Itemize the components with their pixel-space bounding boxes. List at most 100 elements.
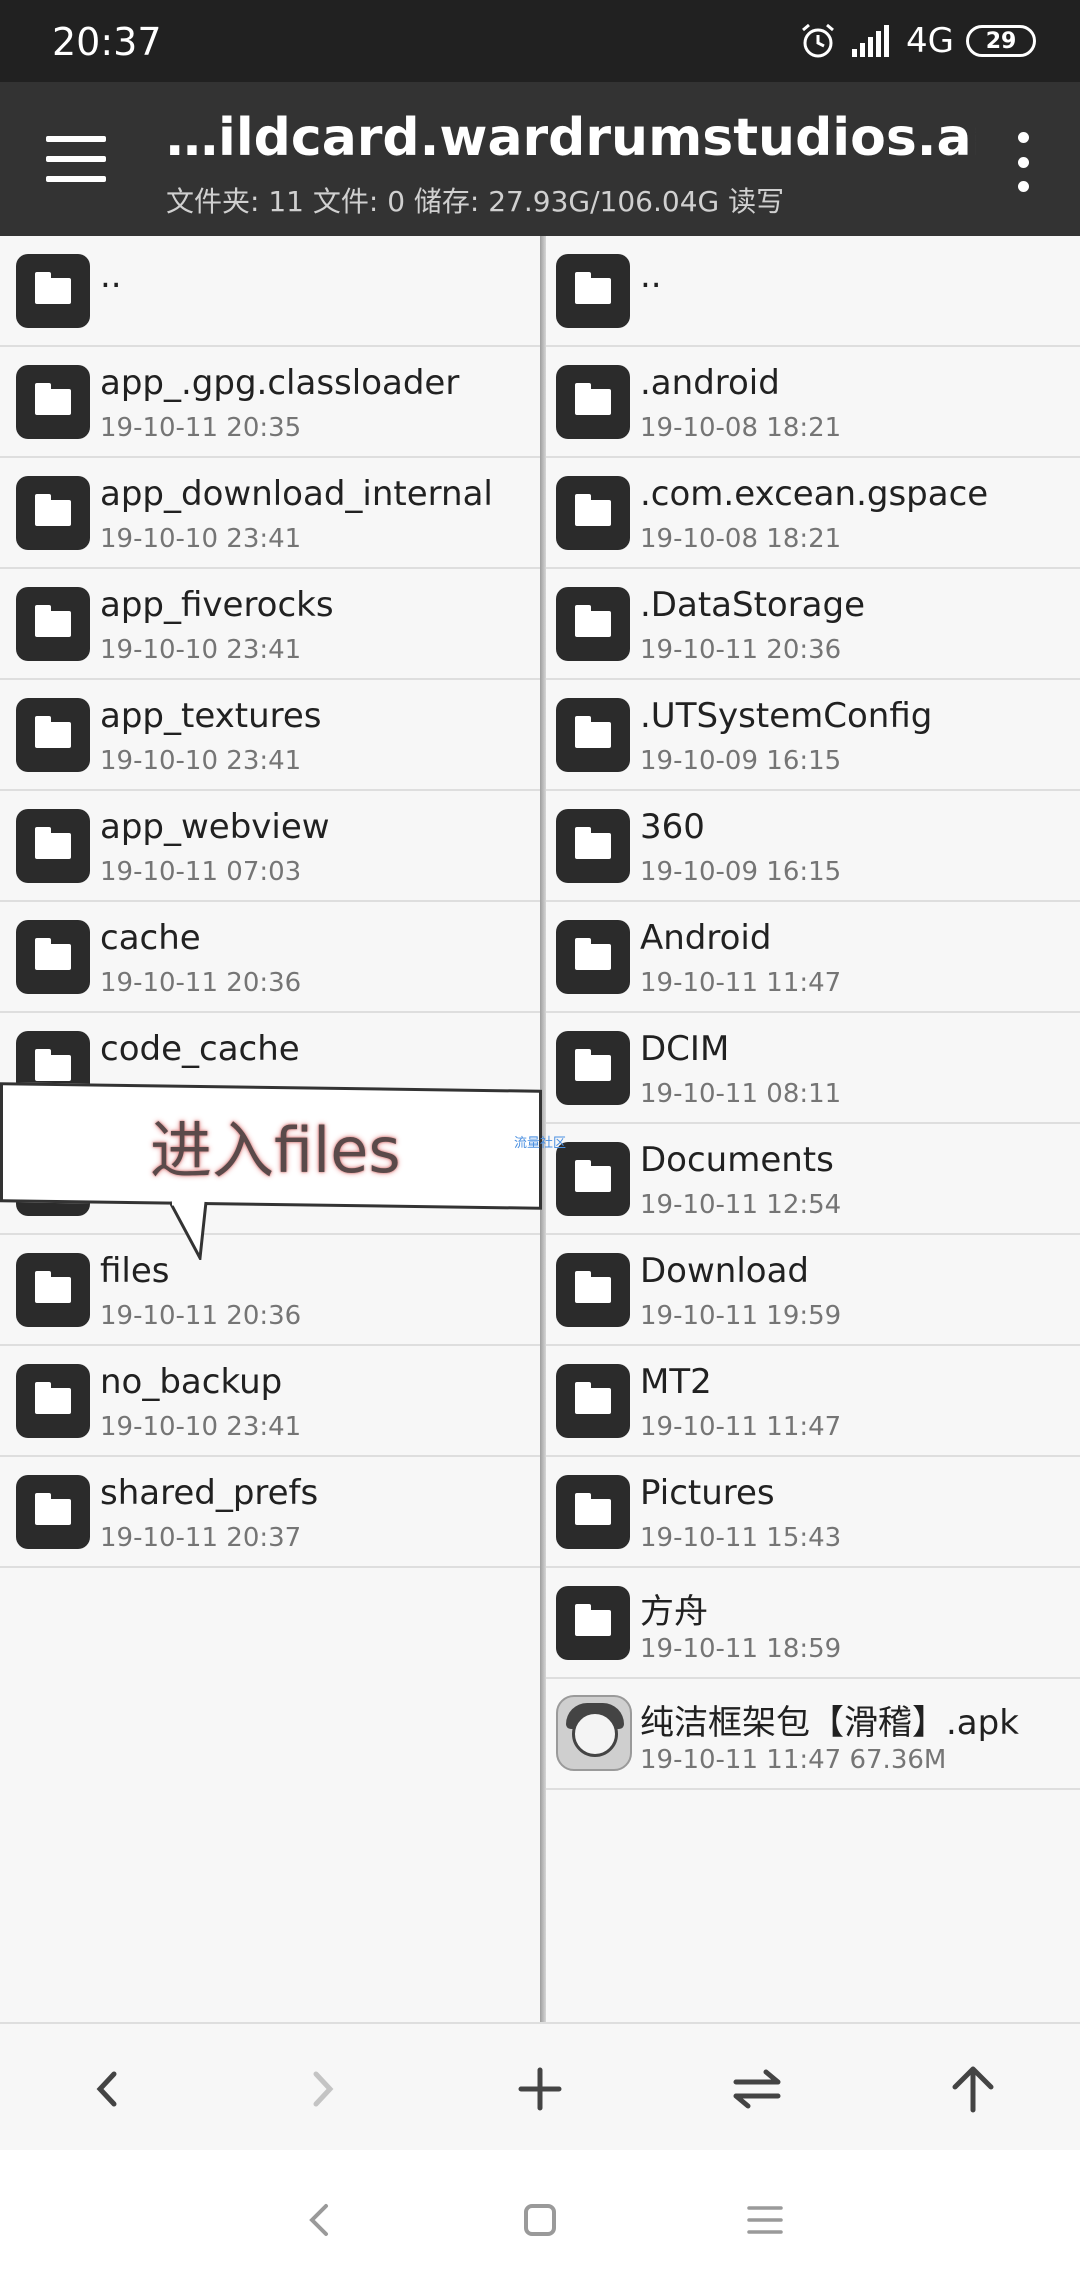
- folder-icon: [16, 809, 90, 883]
- folder-row[interactable]: app_download_internal 19-10-10 23:41: [0, 458, 540, 569]
- back-arrow-icon[interactable]: [72, 2054, 142, 2124]
- file-date: 19-10-11 08:11: [640, 1079, 842, 1109]
- file-name: Download: [640, 1251, 810, 1291]
- nav-recents-icon[interactable]: [735, 2190, 795, 2250]
- file-date: 19-10-09 16:15: [640, 746, 842, 776]
- nav-home-icon[interactable]: [510, 2190, 570, 2250]
- folder-icon: [556, 476, 630, 550]
- status-icons: 4G 29: [798, 18, 1036, 64]
- folder-icon: [16, 1475, 90, 1549]
- folder-row[interactable]: MT2 19-10-11 11:47: [546, 1346, 1080, 1457]
- file-name: Documents: [640, 1140, 834, 1180]
- folder-row[interactable]: Download 19-10-11 19:59: [546, 1235, 1080, 1346]
- folder-icon: [556, 587, 630, 661]
- folder-row[interactable]: app_fiverocks 19-10-10 23:41: [0, 569, 540, 680]
- folder-icon: [16, 365, 90, 439]
- parent-directory-row[interactable]: ..: [546, 236, 1080, 347]
- file-date: 19-10-11 11:47: [640, 1412, 842, 1442]
- apk-file-row[interactable]: 纯洁框架包【滑稽】.apk 19-10-11 11:47 67.36M: [546, 1679, 1080, 1790]
- watermark: 流量社区: [514, 1136, 567, 1151]
- file-name: 方舟: [640, 1592, 708, 1632]
- file-manager-screen: 20:37 4G 29 …ildcard.wardrumstudios.ark/: [0, 0, 1080, 2280]
- folder-icon: [556, 1031, 630, 1105]
- folder-icon: [16, 476, 90, 550]
- file-name: app_fiverocks: [100, 585, 334, 625]
- storage-summary: 文件夹: 11 文件: 0 储存: 27.93G/106.04G 读写: [166, 185, 785, 218]
- file-name: Android: [640, 918, 772, 958]
- folder-row[interactable]: files 19-10-11 20:36: [0, 1235, 540, 1346]
- folder-icon: [556, 809, 630, 883]
- file-name: app_.gpg.classloader: [100, 363, 460, 403]
- callout-tail: [170, 1200, 208, 1260]
- status-time: 20:37: [52, 20, 162, 64]
- file-name: shared_prefs: [100, 1473, 319, 1513]
- folder-row[interactable]: app_.gpg.classloader 19-10-11 20:35: [0, 347, 540, 458]
- file-date-size: 19-10-11 11:47 67.36M: [640, 1745, 947, 1775]
- file-date: 19-10-10 23:41: [100, 524, 302, 554]
- signal-icon: [852, 25, 890, 57]
- folder-row[interactable]: app_textures 19-10-10 23:41: [0, 680, 540, 791]
- folder-icon: [556, 254, 630, 328]
- file-name: no_backup: [100, 1362, 283, 1402]
- file-date: 19-10-11 20:36: [640, 635, 842, 665]
- file-name: .com.excean.gspace: [640, 474, 989, 514]
- folder-row[interactable]: .DataStorage 19-10-11 20:36: [546, 569, 1080, 680]
- file-date: 19-10-11 19:59: [640, 1301, 842, 1331]
- swap-icon[interactable]: [722, 2054, 792, 2124]
- folder-row[interactable]: no_backup 19-10-10 23:41: [0, 1346, 540, 1457]
- folder-row[interactable]: cache 19-10-11 20:36: [0, 902, 540, 1013]
- folder-row[interactable]: .android 19-10-08 18:21: [546, 347, 1080, 458]
- overflow-menu-icon[interactable]: [1010, 132, 1036, 192]
- file-name: cache: [100, 918, 201, 958]
- forward-arrow-icon[interactable]: [288, 2054, 358, 2124]
- folder-row[interactable]: Pictures 19-10-11 15:43: [546, 1457, 1080, 1568]
- file-name: app_webview: [100, 807, 330, 847]
- folder-icon: [556, 1475, 630, 1549]
- up-arrow-icon[interactable]: [938, 2054, 1008, 2124]
- folder-row[interactable]: .com.excean.gspace 19-10-08 18:21: [546, 458, 1080, 569]
- file-name: .DataStorage: [640, 585, 866, 625]
- file-name: .android: [640, 363, 780, 403]
- folder-icon: [556, 698, 630, 772]
- folder-icon: [556, 1142, 630, 1216]
- parent-directory-row[interactable]: ..: [0, 236, 540, 347]
- path-title: …ildcard.wardrumstudios.ark/: [166, 108, 976, 168]
- file-name: app_download_internal: [100, 474, 493, 514]
- file-name: code_cache: [100, 1029, 300, 1069]
- folder-row[interactable]: app_webview 19-10-11 07:03: [0, 791, 540, 902]
- file-date: 19-10-08 18:21: [640, 413, 842, 443]
- file-date: 19-10-11 20:36: [100, 968, 302, 998]
- folder-row[interactable]: 360 19-10-09 16:15: [546, 791, 1080, 902]
- nav-back-icon[interactable]: [290, 2190, 350, 2250]
- folder-icon: [556, 1586, 630, 1660]
- folder-row[interactable]: DCIM 19-10-11 08:11: [546, 1013, 1080, 1124]
- folder-icon: [16, 920, 90, 994]
- folder-row[interactable]: .UTSystemConfig 19-10-09 16:15: [546, 680, 1080, 791]
- system-navigation-bar: [0, 2150, 1080, 2280]
- folder-row[interactable]: Android 19-10-11 11:47: [546, 902, 1080, 1013]
- file-date: 19-10-11 07:03: [100, 857, 302, 887]
- file-name: DCIM: [640, 1029, 730, 1069]
- folder-row[interactable]: 方舟 19-10-11 18:59: [546, 1568, 1080, 1679]
- file-date: 19-10-11 20:37: [100, 1523, 302, 1553]
- folder-icon: [556, 920, 630, 994]
- file-name: ..: [640, 256, 662, 296]
- right-file-pane[interactable]: .. .android 19-10-08 18:21 .com.excean.g…: [546, 236, 1080, 2022]
- alarm-icon: [802, 23, 834, 58]
- file-date: 19-10-11 20:35: [100, 413, 302, 443]
- file-date: 19-10-11 12:54: [640, 1190, 842, 1220]
- file-date: 19-10-11 11:47: [640, 968, 842, 998]
- battery-icon: 29: [966, 25, 1036, 57]
- file-date: 19-10-11 15:43: [640, 1523, 842, 1553]
- folder-row[interactable]: Documents 19-10-11 12:54: [546, 1124, 1080, 1235]
- menu-icon[interactable]: [46, 136, 106, 182]
- file-name: ..: [100, 256, 122, 296]
- add-icon[interactable]: [505, 2054, 575, 2124]
- file-name: 360: [640, 807, 705, 847]
- folder-row[interactable]: shared_prefs 19-10-11 20:37: [0, 1457, 540, 1568]
- app-bar: …ildcard.wardrumstudios.ark/ 文件夹: 11 文件:…: [0, 82, 1080, 236]
- file-name: app_textures: [100, 696, 322, 736]
- status-bar: 20:37 4G 29: [0, 0, 1080, 82]
- callout-text: 进入files: [150, 1114, 401, 1187]
- folder-icon: [556, 365, 630, 439]
